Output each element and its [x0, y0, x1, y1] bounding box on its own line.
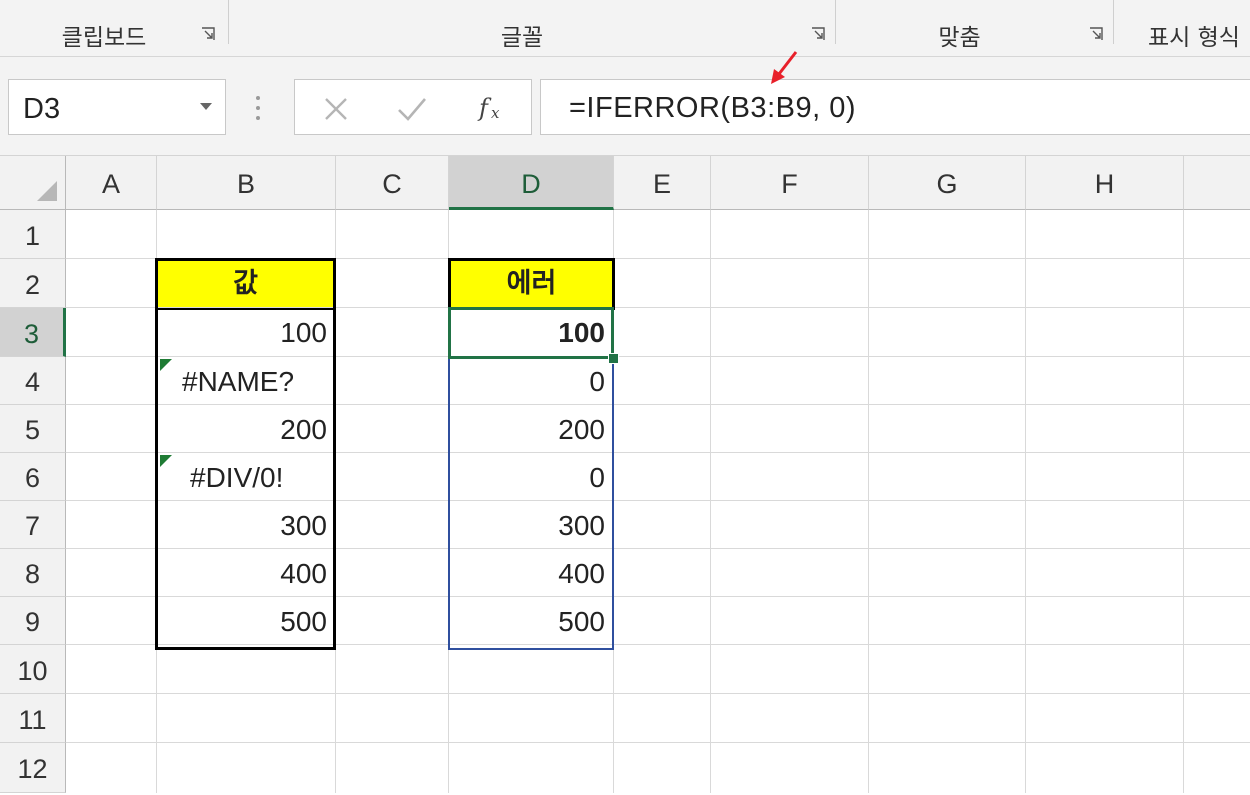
- name-box-value: D3: [23, 93, 61, 125]
- formula-text: =IFERROR(B3:B9, 0): [569, 92, 856, 124]
- ribbon-group-number: 표시 형식: [1114, 0, 1250, 56]
- row-header-6[interactable]: 6: [0, 453, 66, 501]
- drag-handle-icon[interactable]: [255, 95, 261, 121]
- cell-d3[interactable]: 100: [451, 308, 611, 356]
- ribbon-group-clipboard: 클립보드: [0, 0, 228, 56]
- ribbon-group-font: 글꼴: [229, 0, 835, 56]
- cell-b8[interactable]: 400: [158, 549, 333, 597]
- cell-b4[interactable]: #NAME?: [176, 357, 333, 405]
- column-header-d[interactable]: D: [449, 156, 614, 210]
- cell-b2-header[interactable]: 값: [155, 258, 336, 310]
- select-all-triangle-icon: [37, 181, 57, 201]
- column-header-h[interactable]: H: [1026, 156, 1184, 210]
- formula-bar-row: D3 fx =IFERROR(B3:B9, 0): [0, 51, 1250, 155]
- error-indicator-icon: [160, 359, 172, 371]
- gridline: [66, 742, 1250, 743]
- column-header-f[interactable]: F: [711, 156, 869, 210]
- gridline: [1025, 210, 1026, 793]
- error-indicator-icon: [160, 455, 172, 467]
- gridline: [868, 210, 869, 793]
- cell-d8[interactable]: 400: [451, 549, 611, 597]
- gridline: [710, 210, 711, 793]
- row-header-7[interactable]: 7: [0, 501, 66, 549]
- cell-d9[interactable]: 500: [451, 597, 611, 645]
- column-header-e[interactable]: E: [614, 156, 711, 210]
- formula-input[interactable]: =IFERROR(B3:B9, 0): [540, 79, 1250, 135]
- fx-icon[interactable]: fx: [477, 92, 511, 124]
- row-header-11[interactable]: 11: [0, 694, 66, 743]
- column-header-b[interactable]: B: [157, 156, 336, 210]
- cell-d4[interactable]: 0: [451, 357, 611, 405]
- row-header-4[interactable]: 4: [0, 357, 66, 405]
- ribbon-group-alignment: 맞춤: [836, 0, 1113, 56]
- row-header-8[interactable]: 8: [0, 549, 66, 597]
- cell-b3[interactable]: 100: [158, 308, 333, 356]
- row-header-9[interactable]: 9: [0, 597, 66, 645]
- select-all-button[interactable]: [0, 156, 66, 210]
- svg-text:f: f: [477, 94, 492, 122]
- row-header-10[interactable]: 10: [0, 645, 66, 694]
- ribbon-group-label: 글꼴: [500, 25, 544, 51]
- ribbon-group-label: 표시 형식: [1148, 25, 1240, 51]
- gridline: [66, 693, 1250, 694]
- column-header-g[interactable]: G: [869, 156, 1026, 210]
- chevron-down-icon[interactable]: [199, 102, 213, 111]
- cell-d7[interactable]: 300: [451, 501, 611, 549]
- name-box[interactable]: D3: [8, 79, 226, 135]
- row-header-2[interactable]: 2: [0, 259, 66, 308]
- cell-b6[interactable]: #DIV/0!: [184, 453, 334, 501]
- column-header-c[interactable]: C: [336, 156, 449, 210]
- gridline: [1183, 210, 1184, 793]
- column-header-i[interactable]: [1184, 156, 1250, 210]
- ribbon-group-label: 맞춤: [938, 25, 981, 51]
- cell-d6[interactable]: 0: [451, 453, 611, 501]
- red-arrow-annotation: [771, 51, 798, 84]
- column-header-a[interactable]: A: [66, 156, 157, 210]
- ribbon-group-label: 클립보드: [61, 25, 147, 51]
- cell-b5[interactable]: 200: [158, 405, 333, 453]
- svg-text:x: x: [491, 104, 500, 122]
- row-header-12[interactable]: 12: [0, 743, 66, 793]
- cell-d5[interactable]: 200: [451, 405, 611, 453]
- cell-d2-header[interactable]: 에러: [448, 258, 615, 310]
- formula-buttons: fx: [294, 79, 532, 135]
- dialog-launcher-icon[interactable]: [1088, 26, 1104, 42]
- cancel-icon[interactable]: [323, 96, 349, 122]
- ribbon-group-bar: 클립보드 글꼴 맞춤 표시 형식: [0, 0, 1250, 57]
- row-header-1[interactable]: 1: [0, 210, 66, 259]
- cell-b9[interactable]: 500: [158, 597, 333, 645]
- spreadsheet-grid: A B C D E F G H 1 2 3 4 5 6 7 8 9 10 11 …: [0, 155, 1250, 793]
- enter-icon[interactable]: [397, 96, 427, 122]
- cell-b7[interactable]: 300: [158, 501, 333, 549]
- row-header-5[interactable]: 5: [0, 405, 66, 453]
- row-header-3[interactable]: 3: [0, 308, 66, 357]
